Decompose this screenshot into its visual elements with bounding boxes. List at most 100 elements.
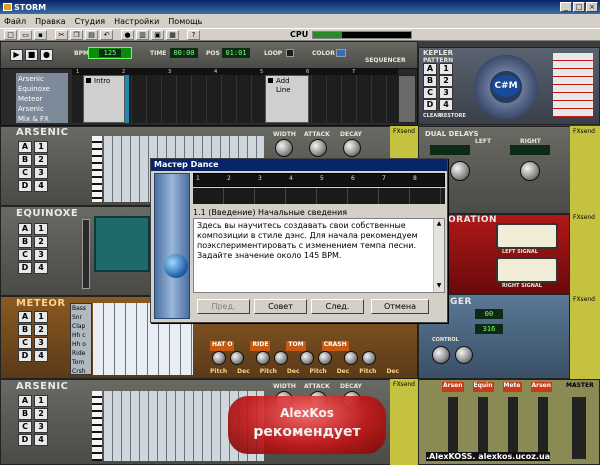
width-knob[interactable] bbox=[275, 139, 293, 157]
pattern-block-intro[interactable]: Intro bbox=[83, 75, 125, 123]
pattern-button-c[interactable]: C bbox=[18, 249, 32, 261]
export-icon[interactable]: ▦ bbox=[166, 29, 179, 40]
pattern-button-1[interactable]: 1 bbox=[34, 395, 48, 407]
pattern-button-2[interactable]: 2 bbox=[34, 324, 48, 336]
chord-wheel[interactable]: C#M bbox=[474, 55, 538, 119]
menu-settings[interactable]: Настройки bbox=[114, 17, 159, 26]
next-button[interactable]: След. bbox=[311, 299, 364, 314]
kepler-clear-label[interactable]: CLEAR bbox=[423, 113, 441, 119]
pattern-button-2[interactable]: 2 bbox=[34, 236, 48, 248]
lesson-text-scrollbar[interactable]: ▲ ▼ bbox=[433, 219, 444, 292]
mixer-fader[interactable] bbox=[448, 397, 458, 459]
menu-file[interactable]: Файл bbox=[4, 17, 26, 26]
prev-button[interactable]: Пред. bbox=[197, 299, 250, 314]
mixer-fader[interactable] bbox=[538, 397, 548, 459]
attack-knob[interactable] bbox=[309, 139, 327, 157]
arp-grid[interactable] bbox=[94, 216, 150, 272]
playhead[interactable] bbox=[125, 75, 129, 123]
pattern-button-c[interactable]: C bbox=[18, 167, 32, 179]
sequencer-scrollbar[interactable] bbox=[398, 75, 416, 123]
play-button[interactable]: ▶ bbox=[10, 49, 23, 61]
mixer-icon[interactable]: ▥ bbox=[136, 29, 149, 40]
maximize-button[interactable]: □ bbox=[573, 2, 585, 12]
save-icon[interactable]: ▪ bbox=[34, 29, 47, 40]
ride-pitch-knob[interactable] bbox=[256, 351, 270, 365]
cut-icon[interactable]: ✂ bbox=[55, 29, 68, 40]
pattern-button-a[interactable]: A bbox=[18, 223, 32, 235]
pattern-button-4[interactable]: 4 bbox=[34, 350, 48, 362]
pattern-button-1[interactable]: 1 bbox=[34, 311, 48, 323]
cancel-button[interactable]: Отмена bbox=[371, 299, 429, 314]
hint-button[interactable]: Совет bbox=[254, 299, 307, 314]
record-button[interactable]: ● bbox=[40, 49, 53, 61]
pattern-button-2[interactable]: 2 bbox=[34, 408, 48, 420]
chord-list[interactable] bbox=[553, 53, 593, 117]
pattern-button-c[interactable]: C bbox=[18, 337, 32, 349]
color-label[interactable]: COLOR bbox=[312, 50, 335, 57]
pattern-button-3[interactable]: 3 bbox=[34, 337, 48, 349]
pattern-button-b[interactable]: B bbox=[423, 75, 437, 87]
pattern-button-2[interactable]: 2 bbox=[34, 154, 48, 166]
pattern-button-d[interactable]: D bbox=[18, 434, 32, 446]
copy-icon[interactable]: ❐ bbox=[70, 29, 83, 40]
pattern-button-1[interactable]: 1 bbox=[34, 223, 48, 235]
pattern-button-d[interactable]: D bbox=[18, 262, 32, 274]
render-icon[interactable]: ▣ bbox=[151, 29, 164, 40]
hat-dec-knob[interactable] bbox=[230, 351, 244, 365]
track-name[interactable]: Equinoxe bbox=[18, 85, 50, 93]
pattern-button-a[interactable]: A bbox=[18, 141, 32, 153]
pattern-button-4[interactable]: 4 bbox=[34, 180, 48, 192]
piano-keys[interactable] bbox=[92, 391, 102, 461]
pattern-button-3[interactable]: 3 bbox=[34, 167, 48, 179]
master-fader[interactable] bbox=[572, 397, 586, 459]
open-icon[interactable]: ▭ bbox=[19, 29, 32, 40]
pattern-button-b[interactable]: B bbox=[18, 154, 32, 166]
scroll-down-icon[interactable]: ▼ bbox=[435, 282, 443, 290]
pattern-button-a[interactable]: A bbox=[18, 311, 32, 323]
crash-dec-knob[interactable] bbox=[362, 351, 376, 365]
record-icon[interactable]: ● bbox=[121, 29, 134, 40]
delay-left-knob[interactable] bbox=[450, 161, 470, 181]
pattern-button-3[interactable]: 3 bbox=[439, 87, 453, 99]
scroll-up-icon[interactable]: ▲ bbox=[435, 220, 443, 228]
minimize-button[interactable]: _ bbox=[560, 2, 572, 12]
feed-knob[interactable] bbox=[455, 346, 473, 364]
menu-help[interactable]: Помощь bbox=[168, 17, 202, 26]
track-name[interactable]: Meteor bbox=[18, 95, 43, 103]
octave-slider[interactable] bbox=[82, 219, 90, 289]
pattern-button-c[interactable]: C bbox=[423, 87, 437, 99]
pattern-button-b[interactable]: B bbox=[18, 236, 32, 248]
paste-icon[interactable]: ▤ bbox=[85, 29, 98, 40]
stop-button[interactable]: ■ bbox=[25, 49, 38, 61]
hat-pitch-knob[interactable] bbox=[212, 351, 226, 365]
pattern-button-d[interactable]: D bbox=[423, 99, 437, 111]
track-name[interactable]: Arsenic bbox=[18, 75, 44, 83]
color-swatch[interactable] bbox=[336, 49, 346, 57]
loop-label[interactable]: LOOP bbox=[264, 50, 282, 57]
tom-dec-knob[interactable] bbox=[318, 351, 332, 365]
pattern-button-4[interactable]: 4 bbox=[34, 262, 48, 274]
mixer-fader[interactable] bbox=[478, 397, 488, 459]
pattern-button-4[interactable]: 4 bbox=[439, 99, 453, 111]
pattern-block-add-line[interactable]: Add Line bbox=[265, 75, 309, 123]
pattern-button-3[interactable]: 3 bbox=[34, 249, 48, 261]
kepler-restore-label[interactable]: RESTORE bbox=[440, 113, 466, 119]
pattern-button-b[interactable]: B bbox=[18, 324, 32, 336]
menu-edit[interactable]: Правка bbox=[35, 17, 65, 26]
menu-studio[interactable]: Студия bbox=[75, 17, 106, 26]
pattern-button-4[interactable]: 4 bbox=[34, 434, 48, 446]
pattern-button-2[interactable]: 2 bbox=[439, 75, 453, 87]
pattern-button-3[interactable]: 3 bbox=[34, 421, 48, 433]
delay-right-knob[interactable] bbox=[520, 161, 540, 181]
ride-dec-knob[interactable] bbox=[274, 351, 288, 365]
pattern-button-a[interactable]: A bbox=[423, 63, 437, 75]
help-icon[interactable]: ? bbox=[187, 29, 200, 40]
decay-knob[interactable] bbox=[343, 139, 361, 157]
mixer-fader[interactable] bbox=[508, 397, 518, 459]
pattern-button-b[interactable]: B bbox=[18, 408, 32, 420]
new-icon[interactable]: □ bbox=[4, 29, 17, 40]
undo-icon[interactable]: ↶ bbox=[100, 29, 113, 40]
pattern-button-1[interactable]: 1 bbox=[34, 141, 48, 153]
pattern-button-d[interactable]: D bbox=[18, 180, 32, 192]
pattern-button-a[interactable]: A bbox=[18, 395, 32, 407]
